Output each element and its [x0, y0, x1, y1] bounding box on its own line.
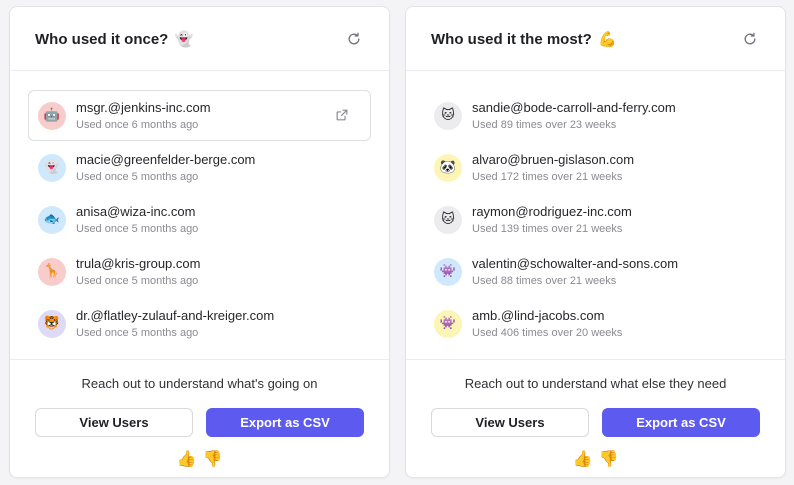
monster-avatar-icon: 👾: [434, 257, 462, 286]
card-footer: Reach out to understand what else they n…: [406, 359, 785, 468]
feedback: 👍 👎: [431, 449, 760, 468]
usage-text: Used 172 times over 21 weeks: [472, 170, 623, 183]
export-csv-button[interactable]: Export as CSV: [602, 408, 760, 437]
feedback: 👍 👎: [35, 449, 364, 468]
list-item[interactable]: 🐱 sandie@bode-carroll-and-ferry.com Used…: [424, 90, 767, 141]
user-email: sandie@bode-carroll-and-ferry.com: [472, 99, 676, 115]
user-email: dr.@flatley-zulauf-and-kreiger.com: [76, 307, 275, 323]
refresh-icon[interactable]: [345, 30, 363, 48]
usage-text: Used 139 times over 21 weeks: [472, 222, 623, 235]
list-item[interactable]: 👻 macie@greenfelder-berge.com Used once …: [28, 142, 371, 193]
cat-avatar-icon: 🐱: [434, 101, 462, 130]
footer-prompt: Reach out to understand what else they n…: [464, 376, 727, 391]
cat-avatar-icon: 🐱: [434, 205, 462, 234]
card-title-text: Who used it once?: [35, 30, 169, 48]
card-used-once: Who used it once? 👻 🤖 msgr.@jenkins-inc.…: [9, 6, 390, 478]
user-email: msgr.@jenkins-inc.com: [76, 99, 211, 115]
export-csv-button[interactable]: Export as CSV: [206, 408, 364, 437]
list-item[interactable]: 🤖 msgr.@jenkins-inc.com Used once 6 mont…: [28, 90, 371, 141]
user-email: amb.@lind-jacobs.com: [472, 307, 605, 323]
user-list: 🐱 sandie@bode-carroll-and-ferry.com Used…: [406, 71, 785, 359]
thumbs-down-icon[interactable]: 👎: [203, 449, 223, 468]
user-email: raymon@rodriguez-inc.com: [472, 203, 632, 219]
user-email: trula@kris-group.com: [76, 255, 201, 271]
list-item[interactable]: 🐼 alvaro@bruen-gislason.com Used 172 tim…: [424, 142, 767, 193]
usage-text: Used once 5 months ago: [76, 222, 199, 235]
user-email: macie@greenfelder-berge.com: [76, 151, 256, 167]
user-email: alvaro@bruen-gislason.com: [472, 151, 635, 167]
list-item[interactable]: 🐟 anisa@wiza-inc.com Used once 5 months …: [28, 194, 371, 245]
flexed-biceps-icon: 💪: [598, 29, 617, 48]
list-item[interactable]: 🦒 trula@kris-group.com Used once 5 month…: [28, 246, 371, 297]
usage-text: Used once 5 months ago: [76, 274, 199, 287]
giraffe-avatar-icon: 🦒: [38, 257, 66, 286]
card-footer: Reach out to understand what's going on …: [10, 359, 389, 468]
ghost-avatar-icon: 👻: [38, 153, 66, 182]
view-users-button[interactable]: View Users: [431, 408, 589, 437]
card-used-most: Who used it the most? 💪 🐱 sandie@bode-ca…: [405, 6, 786, 478]
thumbs-up-icon[interactable]: 👍: [177, 449, 197, 468]
monster-avatar-icon: 👾: [434, 309, 462, 338]
user-email: anisa@wiza-inc.com: [76, 203, 196, 219]
refresh-icon[interactable]: [741, 30, 759, 48]
usage-text: Used once 5 months ago: [76, 326, 199, 339]
usage-text: Used 88 times over 21 weeks: [472, 274, 617, 287]
ghost-icon: 👻: [174, 29, 194, 48]
external-link-icon[interactable]: [335, 108, 349, 122]
footer-prompt: Reach out to understand what's going on: [81, 376, 318, 391]
usage-text: Used 406 times over 20 weeks: [472, 326, 623, 339]
list-item[interactable]: 🐱 raymon@rodriguez-inc.com Used 139 time…: [424, 194, 767, 245]
usage-text: Used once 6 months ago: [76, 118, 199, 131]
robot-avatar-icon: 🤖: [38, 101, 66, 130]
thumbs-up-icon[interactable]: 👍: [573, 449, 593, 468]
fish-avatar-icon: 🐟: [38, 205, 66, 234]
list-item[interactable]: 👾 valentin@schowalter-and-sons.com Used …: [424, 246, 767, 297]
tiger-avatar-icon: 🐯: [38, 309, 66, 338]
card-header: Who used it once? 👻: [10, 7, 389, 71]
user-list: 🤖 msgr.@jenkins-inc.com Used once 6 mont…: [10, 71, 389, 359]
usage-text: Used once 5 months ago: [76, 170, 199, 183]
thumbs-down-icon[interactable]: 👎: [599, 449, 619, 468]
panda-avatar-icon: 🐼: [434, 153, 462, 182]
user-email: valentin@schowalter-and-sons.com: [472, 255, 679, 271]
usage-text: Used 89 times over 23 weeks: [472, 118, 617, 131]
view-users-button[interactable]: View Users: [35, 408, 193, 437]
card-title: Who used it the most? 💪: [431, 30, 617, 48]
list-item[interactable]: 👾 amb.@lind-jacobs.com Used 406 times ov…: [424, 298, 767, 349]
card-title: Who used it once? 👻: [35, 30, 193, 48]
card-title-text: Who used it the most?: [431, 30, 592, 48]
card-header: Who used it the most? 💪: [406, 7, 785, 71]
list-item[interactable]: 🐯 dr.@flatley-zulauf-and-kreiger.com Use…: [28, 298, 371, 349]
